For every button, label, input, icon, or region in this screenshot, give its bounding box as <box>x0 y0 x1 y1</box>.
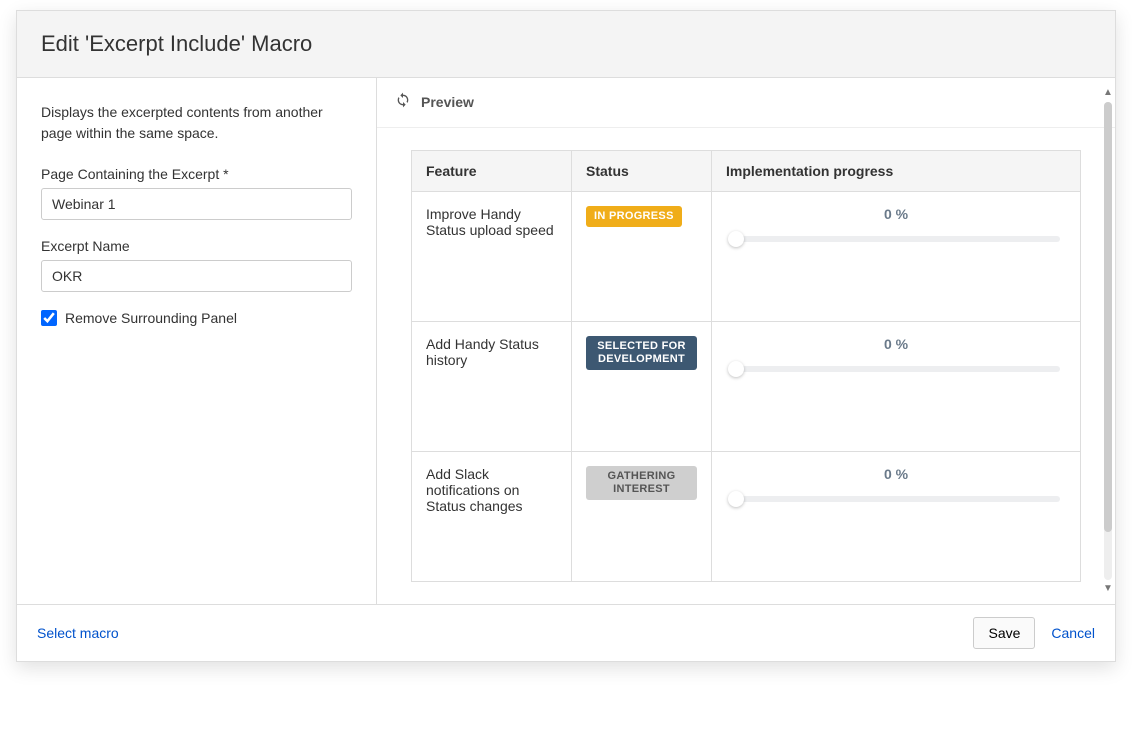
footer-right: Save Cancel <box>973 617 1095 649</box>
preview-content: Feature Status Implementation progress I… <box>377 128 1115 604</box>
macro-edit-dialog: Edit 'Excerpt Include' Macro Displays th… <box>16 10 1116 662</box>
macro-description: Displays the excerpted contents from ano… <box>41 102 352 144</box>
remove-panel-checkbox[interactable] <box>41 310 57 326</box>
scroll-down-icon[interactable]: ▼ <box>1101 582 1115 596</box>
slider-thumb[interactable] <box>728 491 744 507</box>
status-badge: SELECTED FOR DEVELOPMENT <box>586 336 697 370</box>
status-cell: IN PROGRESS <box>572 192 712 322</box>
col-feature: Feature <box>412 151 572 192</box>
preview-scrollbar[interactable]: ▲ ▼ <box>1101 86 1115 596</box>
cancel-link[interactable]: Cancel <box>1051 625 1095 641</box>
progress-cell: 0 % <box>712 192 1081 322</box>
progress-label: 0 % <box>726 466 1066 482</box>
select-macro-link[interactable]: Select macro <box>37 625 119 641</box>
sidebar: Displays the excerpted contents from ano… <box>17 78 377 604</box>
excerpt-name-input[interactable] <box>41 260 352 292</box>
remove-panel-label: Remove Surrounding Panel <box>65 310 237 326</box>
feature-cell: Improve Handy Status upload speed <box>412 192 572 322</box>
refresh-icon[interactable] <box>395 92 411 111</box>
progress-cell: 0 % <box>712 322 1081 452</box>
excerpt-name-label: Excerpt Name <box>41 238 352 254</box>
dialog-footer: Select macro Save Cancel <box>17 604 1115 661</box>
preview-pane: Preview Feature Status Implementation pr… <box>377 78 1115 604</box>
preview-table: Feature Status Implementation progress I… <box>411 150 1081 582</box>
dialog-title: Edit 'Excerpt Include' Macro <box>41 31 1091 57</box>
save-button[interactable]: Save <box>973 617 1035 649</box>
status-cell: GATHERING INTEREST <box>572 452 712 582</box>
feature-cell: Add Handy Status history <box>412 322 572 452</box>
progress-label: 0 % <box>726 336 1066 352</box>
slider-thumb[interactable] <box>728 231 744 247</box>
page-field-label: Page Containing the Excerpt * <box>41 166 352 182</box>
progress-label: 0 % <box>726 206 1066 222</box>
col-progress: Implementation progress <box>712 151 1081 192</box>
page-field-group: Page Containing the Excerpt * <box>41 166 352 220</box>
status-badge: IN PROGRESS <box>586 206 682 227</box>
table-row: Improve Handy Status upload speed IN PROG… <box>412 192 1081 322</box>
progress-slider[interactable] <box>732 496 1060 502</box>
scroll-track[interactable] <box>1104 102 1112 580</box>
table-row: Add Slack notifications on Status change… <box>412 452 1081 582</box>
table-header-row: Feature Status Implementation progress <box>412 151 1081 192</box>
progress-cell: 0 % <box>712 452 1081 582</box>
feature-cell: Add Slack notifications on Status change… <box>412 452 572 582</box>
page-field-input[interactable] <box>41 188 352 220</box>
col-status: Status <box>572 151 712 192</box>
preview-label: Preview <box>421 94 474 110</box>
table-row: Add Handy Status history SELECTED FOR DEV… <box>412 322 1081 452</box>
dialog-header: Edit 'Excerpt Include' Macro <box>17 11 1115 78</box>
slider-thumb[interactable] <box>728 361 744 377</box>
dialog-body: Displays the excerpted contents from ano… <box>17 78 1115 604</box>
progress-slider[interactable] <box>732 366 1060 372</box>
status-badge: GATHERING INTEREST <box>586 466 697 500</box>
scroll-up-icon[interactable]: ▲ <box>1101 86 1115 100</box>
status-cell: SELECTED FOR DEVELOPMENT <box>572 322 712 452</box>
excerpt-name-group: Excerpt Name <box>41 238 352 292</box>
progress-slider[interactable] <box>732 236 1060 242</box>
preview-header: Preview <box>377 78 1115 128</box>
remove-panel-row: Remove Surrounding Panel <box>41 310 352 326</box>
scroll-thumb[interactable] <box>1104 102 1112 532</box>
